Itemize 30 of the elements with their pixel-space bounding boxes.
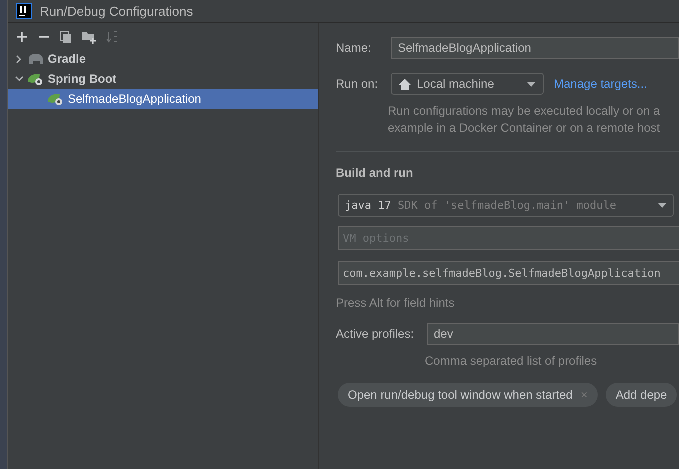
chevron-icon[interactable] xyxy=(14,54,24,64)
tree-item[interactable]: Spring Boot xyxy=(8,69,318,89)
main-class-field[interactable]: com.example.selfmadeBlog.SelfmadeBlogApplication xyxy=(338,261,679,285)
run-on-hint: Run configurations may be executed locally or on a example in a Docker Container or on a remote host xyxy=(387,103,662,137)
tree-item[interactable]: Gradle xyxy=(8,49,318,69)
section-title: Build and run xyxy=(336,166,414,180)
run-on-dropdown[interactable]: Local machine xyxy=(391,73,544,95)
leaf-gear-icon xyxy=(27,72,45,86)
field-hint: Press Alt for field hints xyxy=(336,296,456,310)
profiles-hint: Comma separated list of profiles xyxy=(424,354,598,368)
run-on-label: Run on: xyxy=(336,77,380,91)
tree-item[interactable]: SelfmadeBlogApplication xyxy=(8,89,318,109)
copy-icon[interactable] xyxy=(60,30,72,44)
active-profiles-field[interactable]: dev xyxy=(427,323,679,345)
app-logo-icon xyxy=(16,3,32,19)
manage-targets-link[interactable]: Manage targets... xyxy=(554,77,648,91)
add-icon[interactable] xyxy=(16,31,28,43)
window-title: Run/Debug Configurations xyxy=(40,4,194,18)
home-icon xyxy=(399,78,411,90)
name-label: Name: xyxy=(336,41,372,55)
caret-icon xyxy=(658,203,667,208)
caret-icon xyxy=(527,82,536,86)
option-chip[interactable]: Add depe xyxy=(606,383,678,407)
chevron-icon[interactable] xyxy=(14,76,24,82)
name-field[interactable]: SelfmadeBlogApplication xyxy=(391,37,679,59)
leaf-gear-icon xyxy=(47,92,65,106)
sdk-dropdown[interactable]: java 17 SDK of 'selfmadeBlog.main' module xyxy=(338,194,674,217)
active-profiles-label: Active profiles: xyxy=(336,327,416,341)
option-chip[interactable]: Open run/debug tool window when started × xyxy=(338,383,598,407)
folder-add-icon[interactable] xyxy=(82,30,96,44)
